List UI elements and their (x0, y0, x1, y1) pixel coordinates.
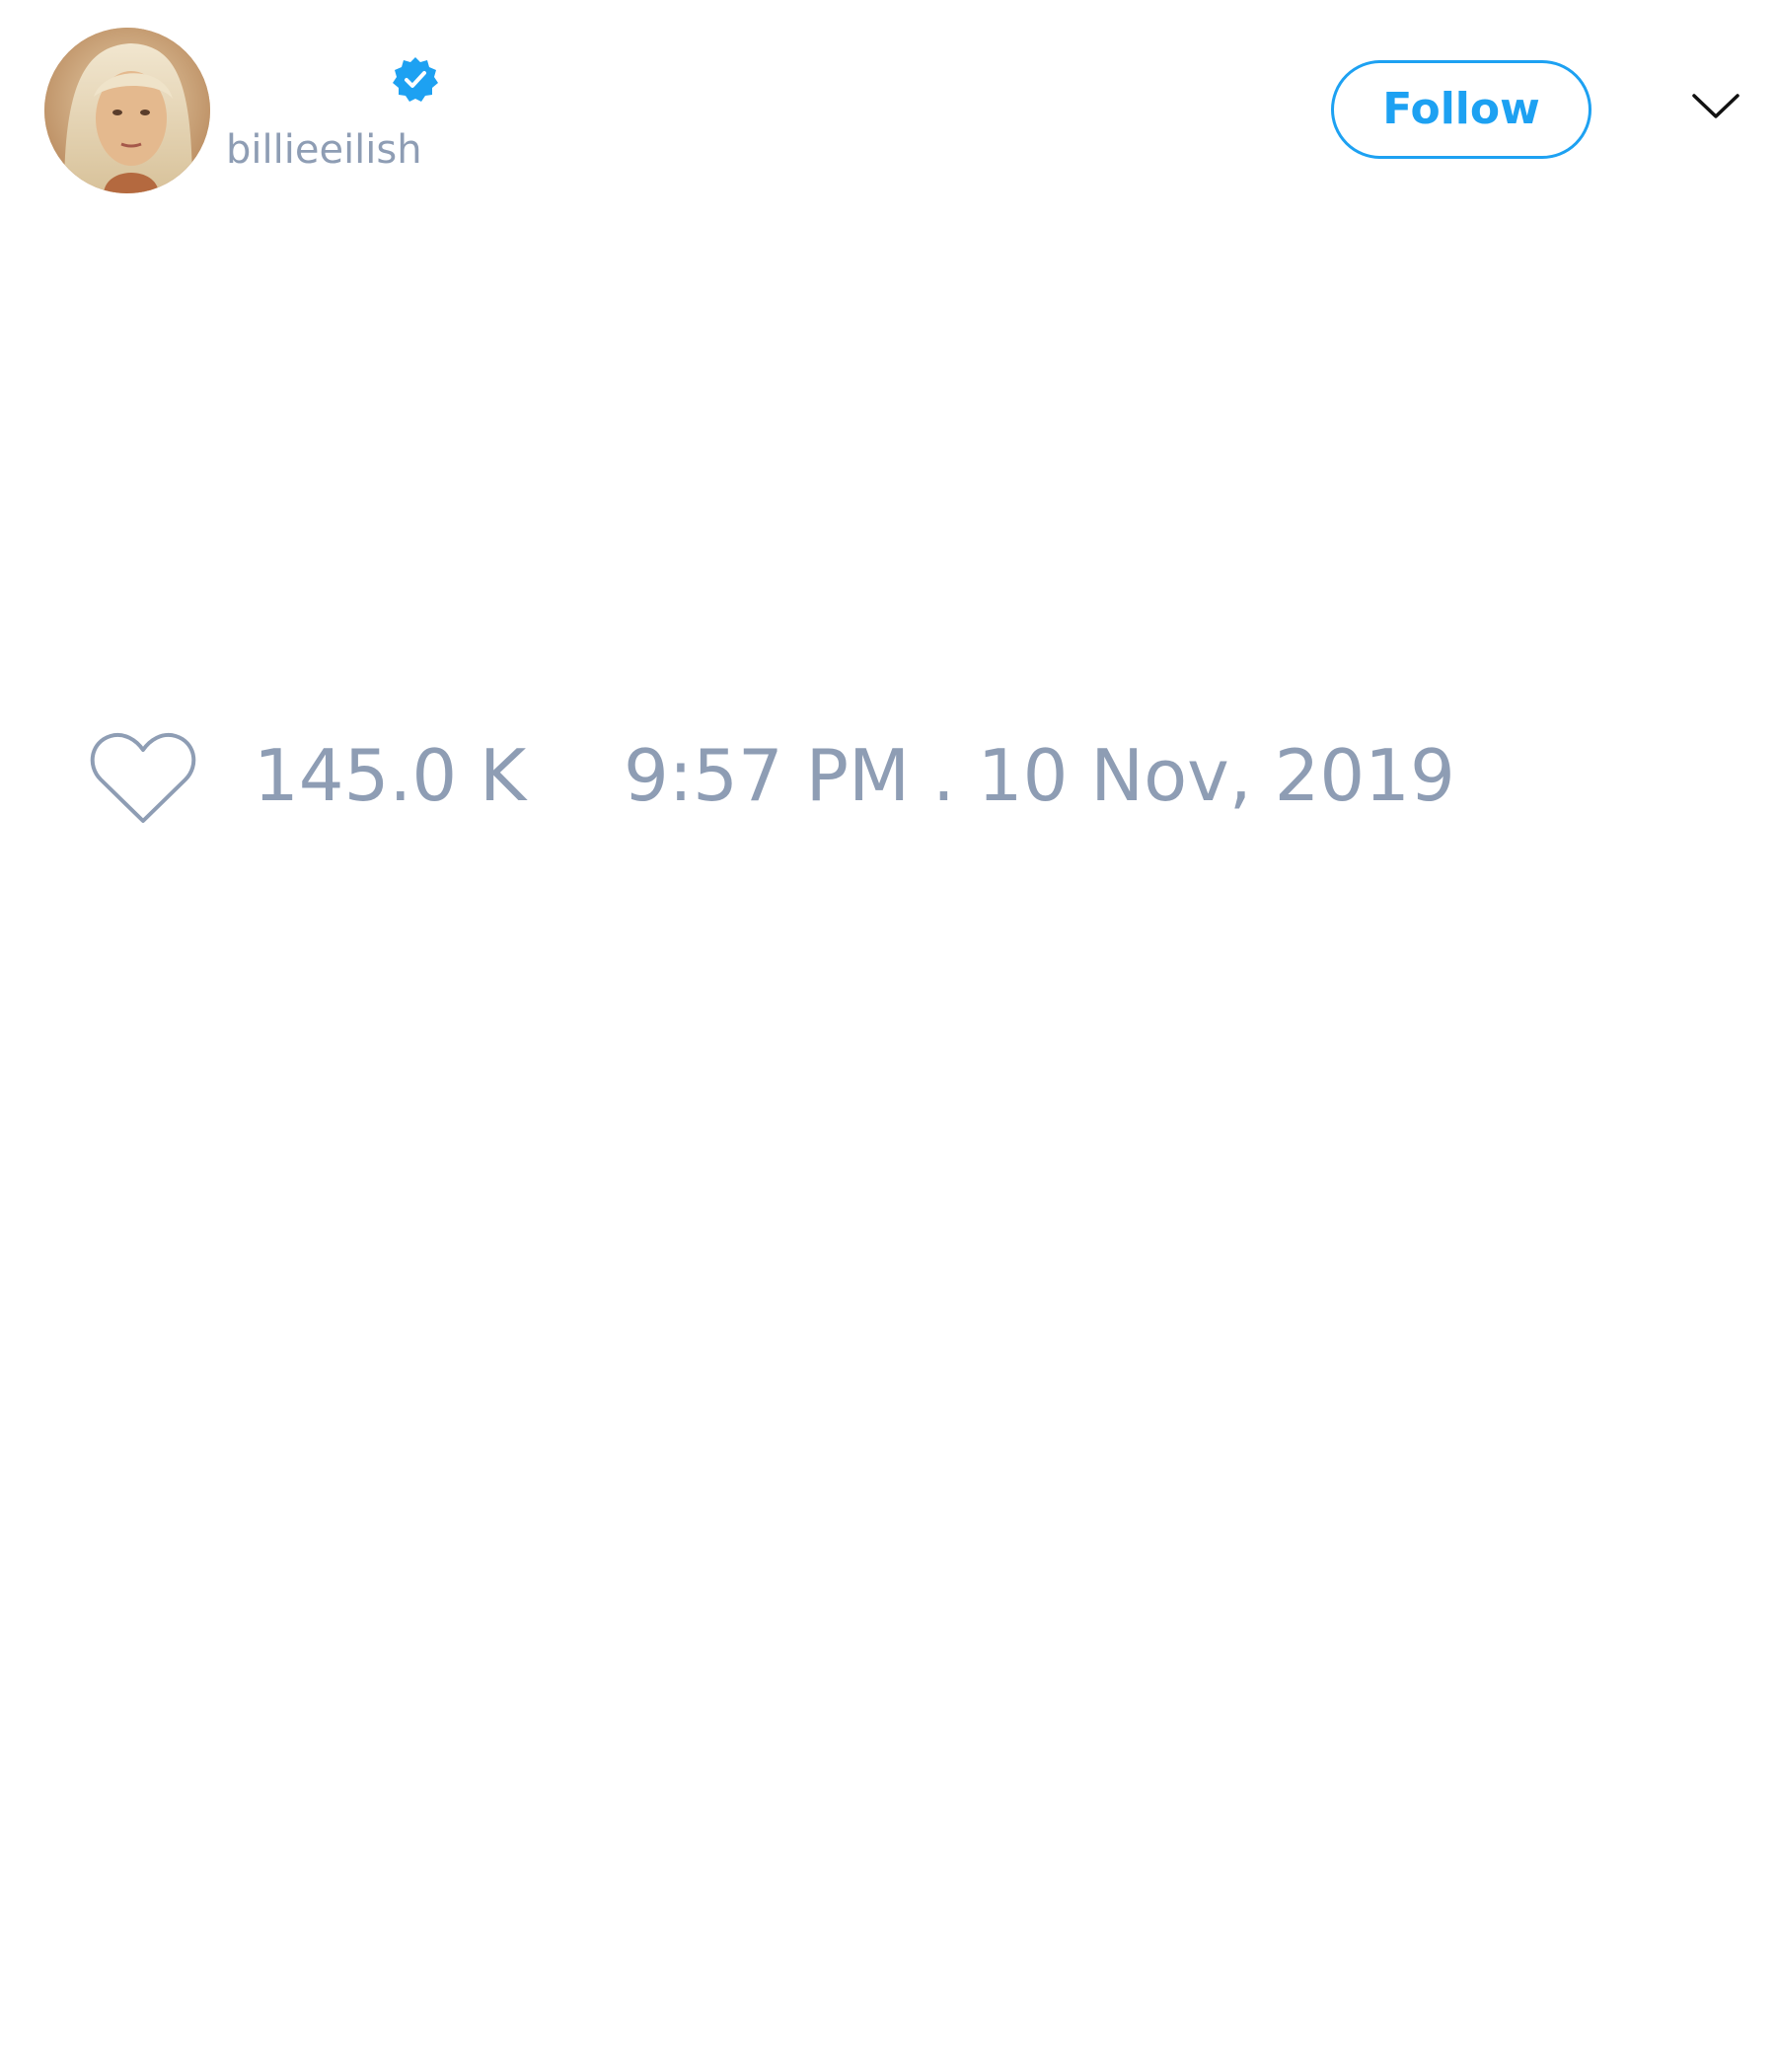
tweet-card: billieeilish Follow 145.0 K 9:57 PM . 10… (0, 0, 1776, 2072)
chevron-down-icon[interactable] (1691, 91, 1740, 122)
tweet-timestamp[interactable]: 9:57 PM . 10 Nov, 2019 (624, 734, 1455, 817)
avatar-image (44, 28, 210, 193)
follow-button[interactable]: Follow (1331, 60, 1591, 159)
like-count: 145.0 K (254, 734, 527, 817)
user-handle[interactable]: billieeilish (226, 126, 422, 174)
avatar[interactable] (44, 28, 210, 193)
verified-badge-icon (391, 55, 440, 105)
heart-icon[interactable] (89, 730, 197, 827)
